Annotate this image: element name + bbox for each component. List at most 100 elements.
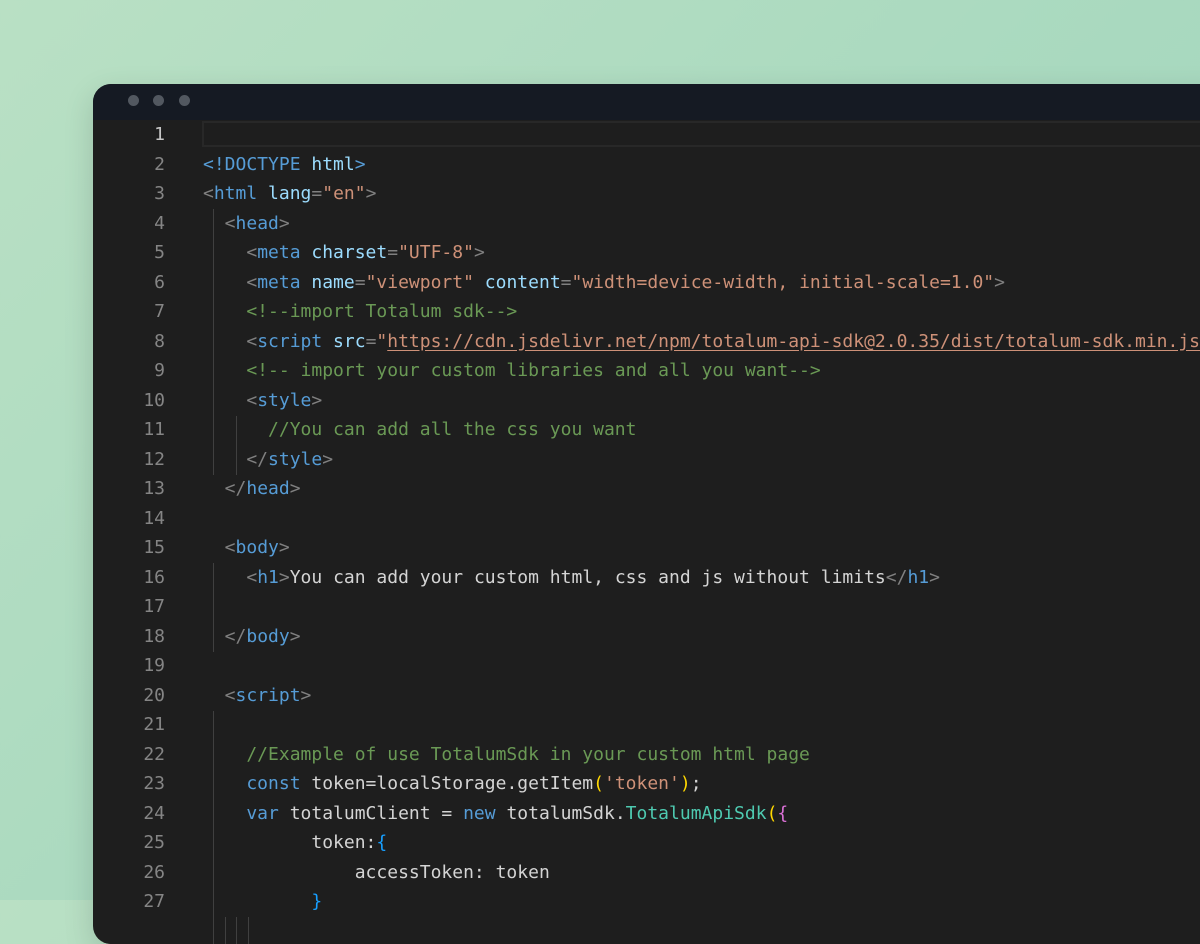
code-line[interactable]: 3 <html lang="en"> — [103, 179, 1200, 209]
code-line[interactable]: 21 — [103, 710, 1200, 740]
code-token: < — [203, 389, 258, 411]
code-text: <script> — [203, 681, 312, 711]
code-line[interactable]: 2 <!DOCTYPE html> — [103, 150, 1200, 180]
code-line[interactable]: 24 var totalumClient = new totalumSdk.To… — [103, 799, 1200, 829]
line-number: 2 — [154, 153, 165, 175]
current-line-highlight — [202, 121, 1200, 147]
code-line[interactable]: 9 <!-- import your custom libraries and … — [103, 356, 1200, 386]
code-token: "viewport" — [365, 271, 485, 293]
code-line[interactable]: 23 const token=localStorage.getItem('tok… — [103, 769, 1200, 799]
code-token: > — [278, 212, 290, 234]
code-line[interactable]: 4 <head> — [103, 209, 1200, 239]
code-line[interactable]: 27 } — [103, 887, 1200, 917]
code-line[interactable]: 25 token:{ — [103, 828, 1200, 858]
code-token: "UTF-8" — [398, 242, 474, 263]
code-line[interactable]: 13 </head> — [103, 474, 1200, 504]
code-line[interactable]: 26 accessToken: token — [103, 858, 1200, 888]
code-line[interactable]: 17 — [103, 592, 1200, 622]
code-token: > — [994, 271, 1005, 293]
line-number: 14 — [143, 507, 165, 529]
line-number: 16 — [143, 566, 165, 588]
line-number: 18 — [143, 625, 165, 647]
code-link[interactable]: https://cdn.jsdelivr.net/npm/totalum-api… — [387, 331, 1200, 352]
code-line[interactable]: 11 //You can add all the css you want — [103, 415, 1200, 445]
code-token: ( — [766, 802, 778, 824]
line-number: 13 — [143, 478, 165, 499]
code-token: script — [235, 684, 301, 706]
line-number: 21 — [143, 714, 165, 735]
code-line[interactable]: 6 <meta name="viewport" content="width=d… — [103, 268, 1200, 298]
code-token: < — [203, 242, 258, 263]
code-token: var — [203, 802, 290, 824]
line-number: 26 — [143, 861, 165, 883]
code-text: <!-- import your custom libraries and al… — [203, 356, 821, 386]
code-token: = — [365, 330, 377, 352]
line-number: 15 — [143, 537, 165, 558]
code-token: html — [311, 153, 355, 175]
code-token: //Example of use TotalumSdk in your cust… — [203, 743, 810, 765]
code-text: <html lang="en"> — [203, 179, 376, 209]
code-token: content — [484, 271, 561, 293]
line-number: 17 — [143, 596, 165, 617]
line-number: 11 — [143, 419, 165, 440]
code-line[interactable]: 5 <meta charset="UTF-8"> — [103, 238, 1200, 268]
code-token: < — [203, 330, 258, 352]
code-line[interactable]: 20 <script> — [103, 681, 1200, 711]
code-line[interactable]: 18 </body> — [103, 622, 1200, 652]
line-number: 27 — [143, 891, 165, 912]
code-token: = — [560, 271, 572, 293]
code-line[interactable]: 1 — [103, 120, 1200, 150]
code-token: You can add your custom html, css and js… — [289, 566, 886, 588]
code-token: ( — [593, 773, 604, 794]
code-token: style — [268, 448, 323, 470]
code-token: 'token' — [603, 773, 680, 794]
code-editor[interactable]: 1 2 <!DOCTYPE html> 3 <html lang="en"> 4 <hea… — [103, 120, 1200, 944]
code-token: charset — [311, 242, 388, 263]
code-token: name — [311, 271, 355, 293]
code-token: </ — [203, 625, 247, 647]
code-token: > — [278, 537, 290, 558]
code-token: accessToken: token — [203, 861, 550, 883]
code-token: totalumSdk. — [506, 802, 626, 824]
code-token: < — [203, 271, 258, 293]
code-token: meta — [257, 242, 312, 263]
code-line[interactable]: 7 <!--import Totalum sdk--> — [103, 297, 1200, 327]
code-token: body — [246, 625, 290, 647]
code-token: < — [203, 537, 236, 558]
code-line[interactable]: 15 <body> — [103, 533, 1200, 563]
code-token: = — [311, 183, 323, 204]
line-number: 3 — [154, 183, 165, 204]
code-line[interactable]: 19 — [103, 651, 1200, 681]
code-line[interactable]: 10 <style> — [103, 386, 1200, 416]
code-token: TotalumApiSdk — [625, 802, 767, 824]
code-token: <!DOCTYPE — [203, 153, 312, 175]
code-token: < — [203, 212, 236, 234]
code-text: <h1>You can add your custom html, css an… — [203, 563, 940, 593]
code-token: ) — [679, 773, 691, 794]
code-line[interactable]: 22 //Example of use TotalumSdk in your c… — [103, 740, 1200, 770]
code-token: <!-- import your custom libraries and al… — [203, 360, 821, 381]
line-number: 23 — [143, 773, 165, 794]
code-text: </body> — [203, 622, 301, 652]
code-token: totalumClient = — [289, 802, 464, 824]
code-token: token: — [203, 832, 377, 853]
code-token: = — [354, 271, 366, 293]
line-number: 12 — [143, 448, 165, 470]
code-text: <script src="https://cdn.jsdelivr.net/np… — [203, 327, 1200, 357]
code-text: <meta name="viewport" content="width=dev… — [203, 268, 1005, 298]
line-number: 20 — [143, 684, 165, 706]
window-dot[interactable] — [153, 95, 164, 106]
window-dot[interactable] — [179, 95, 190, 106]
code-line[interactable]: 12 </style> — [103, 445, 1200, 475]
window-dot[interactable] — [128, 95, 139, 106]
code-token: > — [473, 242, 485, 263]
code-token: <!--import Totalum sdk--> — [203, 301, 518, 322]
code-text: <body> — [203, 533, 290, 563]
code-line[interactable]: 14 — [103, 504, 1200, 534]
code-token: { — [376, 832, 388, 853]
code-line[interactable]: 8 <script src="https://cdn.jsdelivr.net/… — [103, 327, 1200, 357]
code-token: </ — [203, 448, 269, 470]
code-line[interactable]: 16 <h1>You can add your custom html, css… — [103, 563, 1200, 593]
code-token: > — [289, 625, 301, 647]
code-text: <!--import Totalum sdk--> — [203, 297, 517, 327]
